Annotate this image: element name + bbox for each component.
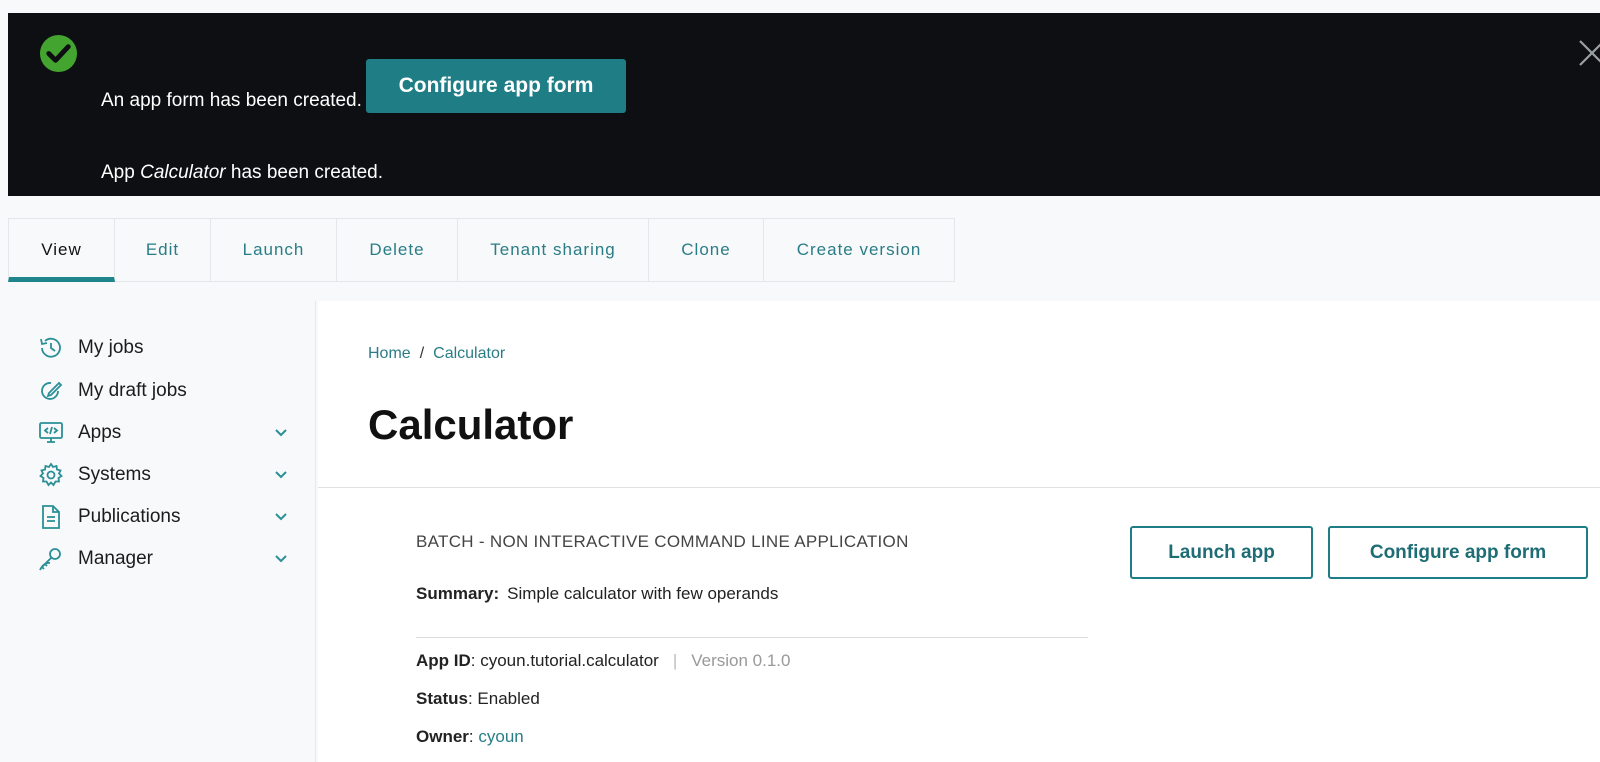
status-row: Status: Enabled: [416, 689, 540, 708]
tab-tenant-sharing[interactable]: Tenant sharing: [458, 218, 649, 282]
notification-banner: An app form has been created. Configure …: [8, 13, 1600, 196]
chevron-down-icon[interactable]: [274, 468, 288, 482]
tab-edit[interactable]: Edit: [115, 218, 211, 282]
chevron-down-icon[interactable]: [274, 510, 288, 524]
banner-message-app: App Calculator has been created.: [101, 162, 384, 183]
breadcrumb-home[interactable]: Home: [368, 345, 411, 362]
sidebar-item-publications[interactable]: Publications: [38, 502, 288, 532]
sidebar-item-systems[interactable]: Systems: [38, 460, 288, 490]
action-tabs: View Edit Launch Delete Tenant sharing C…: [8, 218, 955, 282]
tab-create-version[interactable]: Create version: [764, 218, 955, 282]
app-summary: Summary: Simple calculator with few opera…: [416, 584, 779, 603]
breadcrumb: Home / Calculator: [368, 345, 505, 363]
sidebar: My jobs My draft jobs Apps Systems Publi…: [8, 301, 316, 762]
app-type: BATCH - NON INTERACTIVE COMMAND LINE APP…: [416, 532, 909, 551]
sidebar-item-manager[interactable]: Manager: [38, 544, 288, 574]
sidebar-item-my-jobs[interactable]: My jobs: [38, 333, 288, 363]
document-icon: [42, 505, 60, 529]
app-version: Version 0.1.0: [691, 651, 791, 670]
configure-app-form-button[interactable]: Configure app form: [1328, 526, 1588, 579]
launch-app-button[interactable]: Launch app: [1130, 526, 1313, 579]
app-id-row: App ID: cyoun.tutorial.calculator | Versio…: [416, 651, 791, 670]
tab-delete[interactable]: Delete: [337, 218, 458, 282]
page-title: Calculator: [368, 401, 574, 448]
owner-row: Owner: cyoun: [416, 727, 524, 746]
close-icon[interactable]: [1576, 37, 1600, 67]
chevron-down-icon[interactable]: [274, 552, 288, 566]
key-user-icon: [39, 548, 61, 571]
breadcrumb-current[interactable]: Calculator: [433, 345, 505, 362]
banner-message-form: An app form has been created.: [101, 90, 362, 111]
sidebar-item-apps[interactable]: Apps: [38, 418, 288, 448]
draft-edit-icon: [41, 381, 63, 400]
main-content: Home / Calculator Calculator BATCH - NON I…: [318, 301, 1600, 762]
chevron-down-icon[interactable]: [274, 426, 288, 440]
tab-view[interactable]: View: [8, 218, 115, 282]
tab-clone[interactable]: Clone: [649, 218, 764, 282]
divider: [416, 637, 1088, 638]
check-circle-icon: [39, 34, 78, 73]
tab-launch[interactable]: Launch: [211, 218, 337, 282]
banner-configure-app-form-button[interactable]: Configure app form: [366, 59, 626, 113]
gear-icon: [39, 462, 63, 487]
owner-link[interactable]: cyoun: [478, 727, 523, 746]
code-monitor-icon: [39, 422, 63, 443]
sidebar-item-my-draft-jobs[interactable]: My draft jobs: [38, 376, 288, 406]
divider: [318, 487, 1600, 488]
breadcrumb-separator: /: [419, 345, 425, 362]
history-icon: [40, 337, 61, 358]
